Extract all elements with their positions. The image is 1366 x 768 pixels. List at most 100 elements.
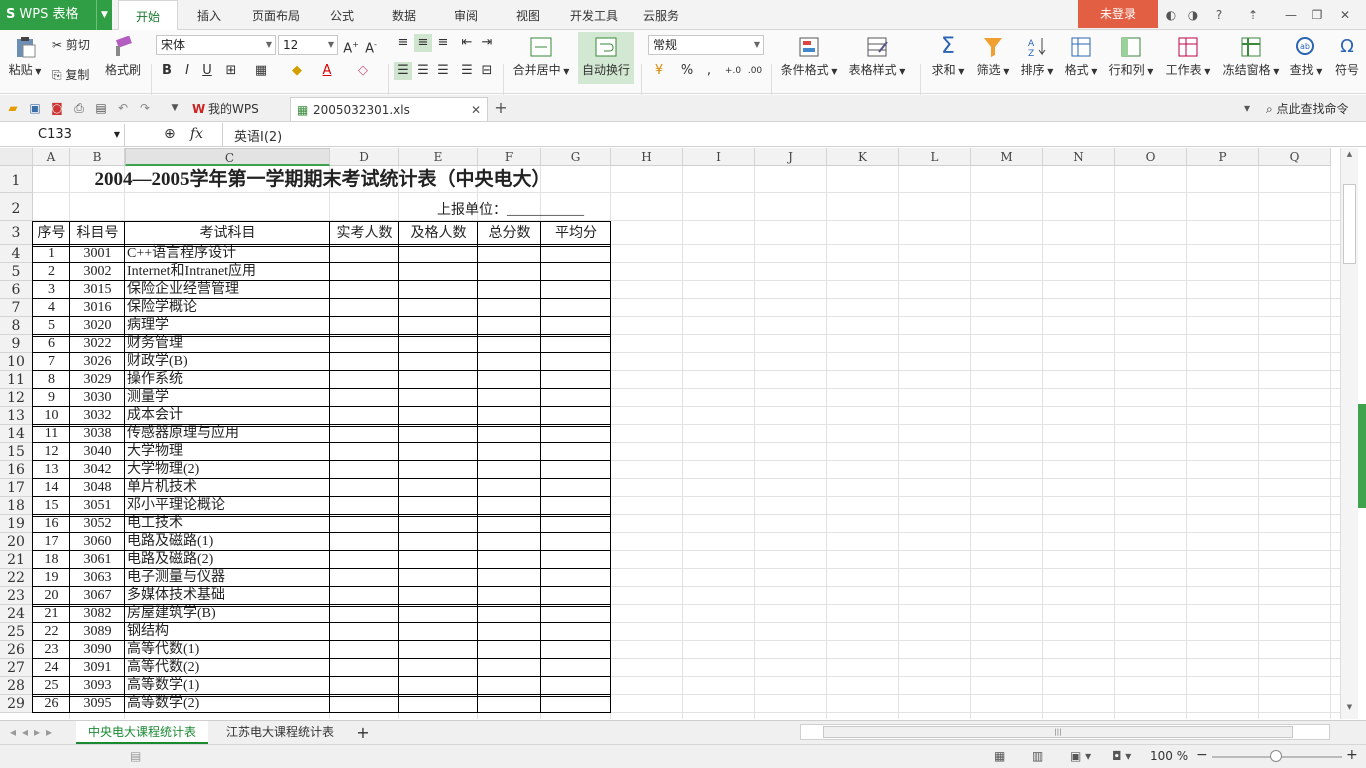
- tab-formula[interactable]: 公式: [322, 0, 362, 30]
- vertical-scrollbar[interactable]: ▲ ▼: [1340, 148, 1358, 719]
- row-header-16[interactable]: 16: [0, 461, 33, 479]
- distribute-icon[interactable]: ⊟: [478, 62, 496, 80]
- scrollbar-thumb[interactable]: |||: [823, 726, 1293, 738]
- normal-view-icon[interactable]: ▦: [994, 749, 1005, 763]
- table-cell[interactable]: 大学物理(2): [125, 461, 330, 479]
- tab-review[interactable]: 审阅: [446, 0, 486, 30]
- table-cell[interactable]: 25: [33, 677, 70, 695]
- table-cell[interactable]: 传感器原理与应用: [125, 425, 330, 443]
- app-menu-button[interactable]: S WPS 表格 ▼: [0, 0, 112, 30]
- table-cell[interactable]: 26: [33, 695, 70, 713]
- page-break-view-icon[interactable]: ▥: [1032, 749, 1043, 763]
- table-cell[interactable]: 3016: [70, 299, 125, 317]
- sheet-tab-jiangsu[interactable]: 江苏电大课程统计表: [214, 721, 346, 744]
- increase-font-icon[interactable]: A+: [342, 36, 360, 56]
- table-cell[interactable]: 操作系统: [125, 371, 330, 389]
- align-top-icon[interactable]: ≡: [394, 34, 412, 52]
- row-header-7[interactable]: 7: [0, 299, 33, 317]
- column-header-c[interactable]: C: [125, 148, 330, 166]
- print-preview-icon[interactable]: ▤: [92, 99, 110, 117]
- export-pdf-icon[interactable]: ◙: [48, 99, 66, 117]
- percent-icon[interactable]: %: [678, 62, 696, 80]
- new-tab-icon[interactable]: +: [492, 99, 510, 117]
- filter-button[interactable]: 筛选 ▼: [972, 36, 1014, 78]
- table-cell[interactable]: 3: [33, 281, 70, 299]
- table-cell[interactable]: 21: [33, 605, 70, 623]
- tab-document[interactable]: ▦ 2005032301.xls ✕: [290, 97, 488, 121]
- insert-function-button[interactable]: fx: [190, 126, 203, 142]
- table-cell[interactable]: 20: [33, 587, 70, 605]
- row-header-21[interactable]: 21: [0, 551, 33, 569]
- row-header-19[interactable]: 19: [0, 515, 33, 533]
- tab-list-icon[interactable]: ▾: [1238, 99, 1256, 117]
- spreadsheet-grid[interactable]: ABCDEFGHIJKLMNOPQ 1 2 3 4 5 6 7 8 9 10 11 12 13 14 15 1…: [0, 148, 1340, 719]
- format-button[interactable]: 格式 ▼: [1060, 36, 1102, 78]
- indent-increase-icon[interactable]: ⇥: [478, 34, 496, 52]
- scrollbar-thumb[interactable]: [1343, 184, 1356, 264]
- table-cell[interactable]: 3029: [70, 371, 125, 389]
- find-button[interactable]: ab 查找 ▼: [1286, 36, 1326, 78]
- table-cell[interactable]: 2: [33, 263, 70, 281]
- column-header-a[interactable]: A: [33, 148, 70, 166]
- row-header-15[interactable]: 15: [0, 443, 33, 461]
- table-cell[interactable]: 22: [33, 623, 70, 641]
- number-format-select[interactable]: 常规 ▼: [648, 35, 764, 55]
- row-header-5[interactable]: 5: [0, 263, 33, 281]
- table-cell[interactable]: 3015: [70, 281, 125, 299]
- worksheet-button[interactable]: 工作表 ▼: [1162, 36, 1214, 78]
- table-cell[interactable]: 电路及磁路(2): [125, 551, 330, 569]
- table-cell[interactable]: 5: [33, 317, 70, 335]
- table-cell[interactable]: 保险企业经营管理: [125, 281, 330, 299]
- table-cell[interactable]: Internet和Intranet应用: [125, 263, 330, 281]
- table-cell[interactable]: 3052: [70, 515, 125, 533]
- table-cell[interactable]: 3030: [70, 389, 125, 407]
- table-cell[interactable]: 11: [33, 425, 70, 443]
- fill-color-icon[interactable]: ◆: [288, 62, 306, 80]
- table-cell[interactable]: 高等代数(2): [125, 659, 330, 677]
- table-cell[interactable]: 19: [33, 569, 70, 587]
- table-cell[interactable]: 财务管理: [125, 335, 330, 353]
- row-header-20[interactable]: 20: [0, 533, 33, 551]
- column-header-k[interactable]: K: [827, 148, 899, 166]
- align-left-icon[interactable]: ☰: [394, 62, 412, 80]
- sheet-title[interactable]: 2004—2005学年第一学期期末考试统计表（中央电大）: [34, 166, 611, 193]
- table-cell[interactable]: 4: [33, 299, 70, 317]
- table-cell[interactable]: 3082: [70, 605, 125, 623]
- column-header-n[interactable]: N: [1043, 148, 1115, 166]
- row-header-22[interactable]: 22: [0, 569, 33, 587]
- table-cell[interactable]: 9: [33, 389, 70, 407]
- open-folder-icon[interactable]: ▰: [4, 99, 22, 117]
- tab-view[interactable]: 视图: [508, 0, 548, 30]
- tab-data[interactable]: 数据: [384, 0, 424, 30]
- column-header-d[interactable]: D: [330, 148, 399, 166]
- column-header-b[interactable]: B: [70, 148, 125, 166]
- table-cell[interactable]: 3067: [70, 587, 125, 605]
- search-command-field[interactable]: ⌕ 点此查找命令: [1266, 100, 1349, 117]
- table-cell[interactable]: 3038: [70, 425, 125, 443]
- table-header-cell[interactable]: 总分数: [478, 223, 541, 245]
- tab-page-layout[interactable]: 页面布局: [244, 0, 308, 30]
- zoom-formula-icon[interactable]: ⊕: [164, 126, 176, 142]
- horizontal-scrollbar[interactable]: |||: [800, 724, 1330, 740]
- zoom-out-icon[interactable]: −: [1196, 747, 1208, 763]
- cut-button[interactable]: ✂ 剪切: [52, 36, 90, 53]
- row-header-2[interactable]: 2: [0, 193, 33, 221]
- indent-decrease-icon[interactable]: ⇤: [458, 34, 476, 52]
- row-header-28[interactable]: 28: [0, 677, 33, 695]
- table-cell[interactable]: 3089: [70, 623, 125, 641]
- sum-button[interactable]: Σ 求和 ▼: [928, 36, 968, 78]
- table-cell[interactable]: 高等代数(1): [125, 641, 330, 659]
- row-header-12[interactable]: 12: [0, 389, 33, 407]
- table-cell[interactable]: 3060: [70, 533, 125, 551]
- table-cell[interactable]: 3051: [70, 497, 125, 515]
- zoom-in-icon[interactable]: +: [1346, 747, 1358, 763]
- align-bottom-icon[interactable]: ≡: [434, 34, 452, 52]
- table-cell[interactable]: 18: [33, 551, 70, 569]
- cell-fill-pattern-icon[interactable]: ▦: [252, 62, 270, 80]
- report-unit[interactable]: 上报单位：___________: [330, 193, 610, 221]
- sheet-tab-central[interactable]: 中央电大课程统计表: [76, 721, 208, 744]
- undo-icon[interactable]: ↶: [114, 99, 132, 117]
- table-cell[interactable]: 病理学: [125, 317, 330, 335]
- row-header-18[interactable]: 18: [0, 497, 33, 515]
- border-icon[interactable]: ⊞: [222, 62, 240, 80]
